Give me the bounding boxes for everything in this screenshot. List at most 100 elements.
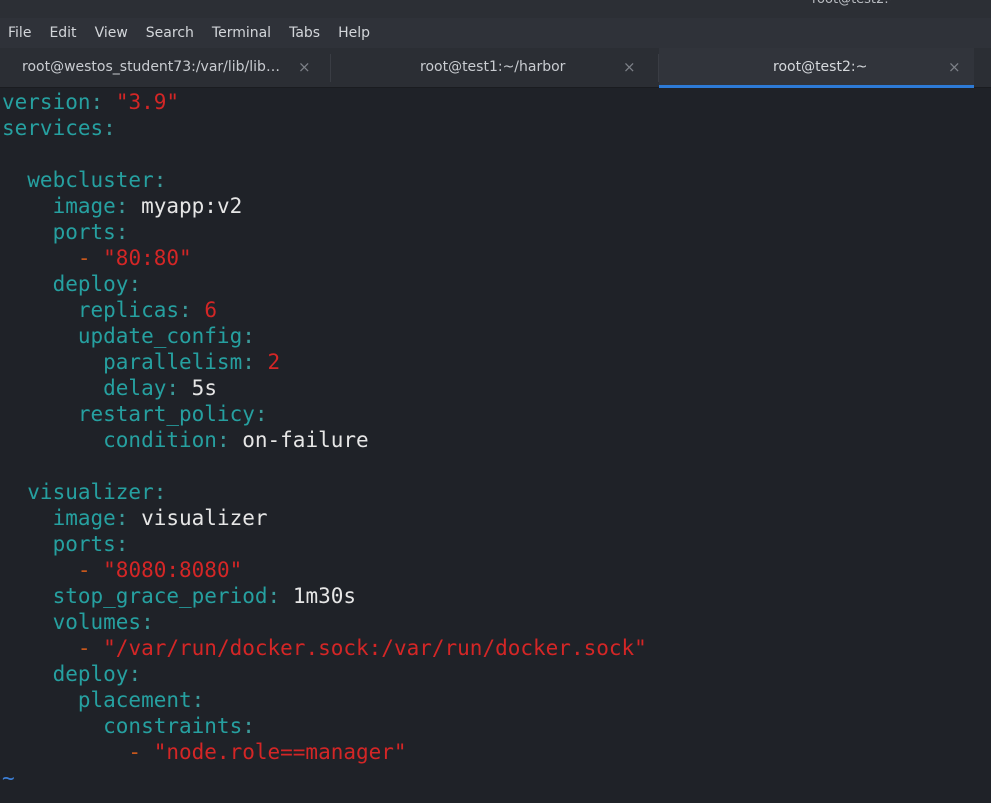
terminal-text: condition <box>2 428 217 452</box>
terminal-output[interactable]: version: "3.9" services: webcluster: imag… <box>0 88 991 803</box>
terminal-text: 2 <box>267 350 281 374</box>
terminal-text: : <box>128 662 142 686</box>
terminal-line: ~ <box>0 765 991 791</box>
terminal-line: placement: <box>0 687 991 713</box>
tab-westos-student73[interactable]: root@westos_student73:/var/lib/libv… × <box>0 48 330 88</box>
tab-label: root@westos_student73:/var/lib/libv… <box>22 59 287 75</box>
tab-test2[interactable]: root@test2:~ × <box>659 48 974 88</box>
terminal-line: ports: <box>0 531 991 557</box>
close-icon[interactable]: × <box>948 48 961 86</box>
terminal-text: visualizer <box>141 506 268 530</box>
terminal-text: update_config <box>2 324 243 348</box>
terminal-text: 6 <box>204 298 217 322</box>
terminal-text: on-failure <box>242 428 369 452</box>
terminal-text: placement <box>2 688 192 712</box>
terminal-text: : <box>153 168 167 192</box>
close-icon[interactable]: × <box>623 48 636 86</box>
terminal-line: visualizer: <box>0 479 991 505</box>
terminal-text: myapp:v2 <box>141 194 243 218</box>
terminal-line: stop_grace_period: 1m30s <box>0 583 991 609</box>
terminal-window: root@test2:~ File Edit View Search Termi… <box>0 0 991 803</box>
terminal-line: services: <box>0 115 991 141</box>
terminal-text: visualizer <box>2 480 154 504</box>
terminal-text: : <box>103 116 116 140</box>
terminal-text: volumes <box>2 610 142 634</box>
terminal-text: : <box>179 298 205 322</box>
terminal-text: : <box>191 688 205 712</box>
terminal-text: delay <box>2 376 167 400</box>
menu-view[interactable]: View <box>95 25 128 41</box>
terminal-text: 1m30s <box>292 584 357 608</box>
terminal-text: 5s <box>191 376 217 400</box>
terminal-text: : <box>115 506 142 530</box>
terminal-line: parallelism: 2 <box>0 349 991 375</box>
terminal-text: : <box>90 90 116 114</box>
terminal-line: ports: <box>0 219 991 245</box>
terminal-text: : <box>115 194 142 218</box>
terminal-text: replicas <box>2 298 180 322</box>
terminal-line: - "node.role==manager" <box>0 739 991 765</box>
terminal-text: - <box>2 246 104 270</box>
tab-bar: root@westos_student73:/var/lib/libv… × r… <box>0 48 991 88</box>
title-bar[interactable]: root@test2:~ <box>0 0 991 18</box>
terminal-line: replicas: 6 <box>0 297 991 323</box>
menu-terminal[interactable]: Terminal <box>212 25 271 41</box>
menu-edit[interactable]: Edit <box>49 25 76 41</box>
terminal-text: services <box>2 116 104 140</box>
terminal-line: volumes: <box>0 609 991 635</box>
menu-tabs[interactable]: Tabs <box>289 25 320 41</box>
terminal-text: : <box>216 428 243 452</box>
terminal-text: parallelism <box>2 350 243 374</box>
terminal-line: update_config: <box>0 323 991 349</box>
terminal-text: image <box>2 194 116 218</box>
menu-file[interactable]: File <box>8 25 31 41</box>
terminal-line: restart_policy: <box>0 401 991 427</box>
menu-bar: File Edit View Search Terminal Tabs Help <box>0 18 991 48</box>
terminal-line: constraints: <box>0 713 991 739</box>
terminal-line: image: visualizer <box>0 505 991 531</box>
terminal-line: version: "3.9" <box>0 89 991 115</box>
terminal-line: delay: 5s <box>0 375 991 401</box>
terminal-text: : <box>153 480 167 504</box>
terminal-text: deploy <box>2 272 129 296</box>
menu-help[interactable]: Help <box>338 25 370 41</box>
tab-label: root@test1:~/harbor <box>420 59 566 75</box>
terminal-text: : <box>242 350 268 374</box>
terminal-text: version <box>2 90 91 114</box>
terminal-text: : <box>115 220 129 244</box>
terminal-line: - "80:80" <box>0 245 991 271</box>
scrollbar[interactable] <box>975 88 991 803</box>
terminal-line: - "/var/run/docker.sock:/var/run/docker.… <box>0 635 991 661</box>
terminal-text: image <box>2 506 116 530</box>
terminal-line: condition: on-failure <box>0 427 991 453</box>
window-title: root@test2:~ <box>812 0 900 9</box>
terminal-text: - <box>2 636 104 660</box>
terminal-text: ~ <box>2 766 15 790</box>
terminal-text: stop_grace_period <box>2 584 268 608</box>
terminal-text: ports <box>2 220 116 244</box>
terminal-text: : <box>242 324 255 348</box>
terminal-text: : <box>242 714 255 738</box>
tab-test1-harbor[interactable]: root@test1:~/harbor × <box>331 48 658 88</box>
terminal-text: - <box>2 740 154 764</box>
terminal-line: deploy: <box>0 661 991 687</box>
terminal-text: : <box>128 272 142 296</box>
terminal-text: constraints <box>2 714 243 738</box>
terminal-text: : <box>166 376 192 400</box>
terminal-text: : <box>267 584 293 608</box>
terminal-text: deploy <box>2 662 129 686</box>
menu-search[interactable]: Search <box>146 25 194 41</box>
close-icon[interactable]: × <box>298 48 311 86</box>
terminal-text: - <box>2 558 104 582</box>
terminal-text: webcluster <box>2 168 154 192</box>
terminal-line: - "8080:8080" <box>0 557 991 583</box>
terminal-text: "8080:8080" <box>103 558 243 582</box>
terminal-text: "/var/run/docker.sock:/var/run/docker.so… <box>103 636 647 660</box>
terminal-line: webcluster: <box>0 167 991 193</box>
terminal-text: "3.9" <box>115 90 180 114</box>
terminal-text: : <box>115 532 129 556</box>
terminal-text: : <box>141 610 154 634</box>
terminal-text: "80:80" <box>103 246 192 270</box>
